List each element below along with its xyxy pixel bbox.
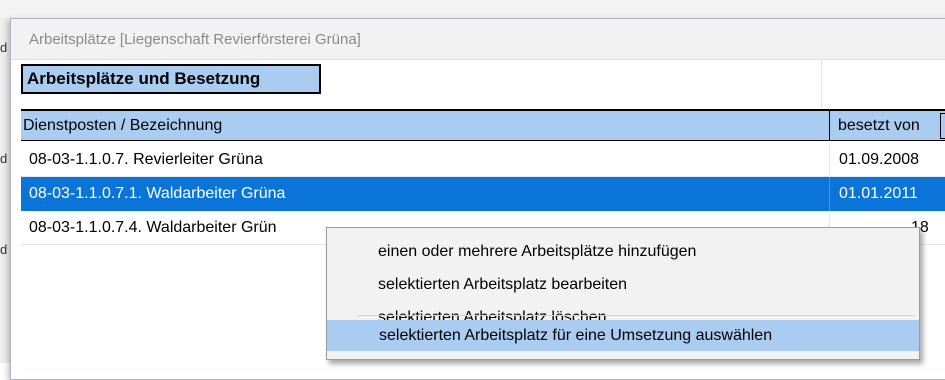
row-name: 08-03-1.1.0.7.4. Waldarbeiter Grün bbox=[29, 219, 277, 236]
background-text: d bbox=[0, 40, 8, 55]
column-divider bbox=[821, 59, 822, 109]
background-app-toolbar bbox=[0, 0, 945, 19]
menu-separator bbox=[357, 315, 915, 316]
background-app-edge: d d d bbox=[0, 18, 10, 363]
dialog-title: Arbeitsplätze [Liegenschaft Revierförste… bbox=[29, 31, 361, 48]
cell-divider bbox=[829, 143, 830, 176]
table-row-selected[interactable]: 08-03-1.1.0.7.1. Waldarbeiter Grüna 01.0… bbox=[21, 177, 945, 211]
column-header-extra[interactable] bbox=[940, 113, 945, 139]
column-header-besetzt-von[interactable]: besetzt von bbox=[829, 111, 945, 141]
row-name: 08-03-1.1.0.7.1. Waldarbeiter Grüna bbox=[29, 185, 286, 202]
menu-item-edit[interactable]: selektierten Arbeitsplatz bearbeiten bbox=[327, 271, 919, 299]
dialog-titlebar[interactable]: Arbeitsplätze [Liegenschaft Revierförste… bbox=[11, 19, 945, 60]
row-date: 01.09.2008 bbox=[839, 151, 920, 168]
table-row[interactable]: 08-03-1.1.0.7. Revierleiter Grüna 01.09.… bbox=[21, 143, 945, 177]
row-date: 01.01.2011 bbox=[839, 185, 918, 202]
column-header-dienstposten[interactable]: Dienstposten / Bezeichnung bbox=[21, 111, 222, 141]
table-header: Dienstposten / Bezeichnung besetzt von bbox=[21, 109, 945, 141]
context-menu: einen oder mehrere Arbeitsplätze hinzufü… bbox=[326, 227, 920, 360]
cell-divider bbox=[829, 177, 830, 211]
background-text: d bbox=[0, 242, 8, 257]
menu-item-select-for-umsetzung[interactable]: selektierten Arbeitsplatz für eine Umset… bbox=[327, 320, 919, 351]
row-name: 08-03-1.1.0.7. Revierleiter Grüna bbox=[29, 151, 263, 168]
section-header: Arbeitsplätze und Besetzung bbox=[21, 64, 321, 94]
background-text: d bbox=[0, 151, 8, 166]
menu-item-add[interactable]: einen oder mehrere Arbeitsplätze hinzufü… bbox=[327, 238, 919, 266]
